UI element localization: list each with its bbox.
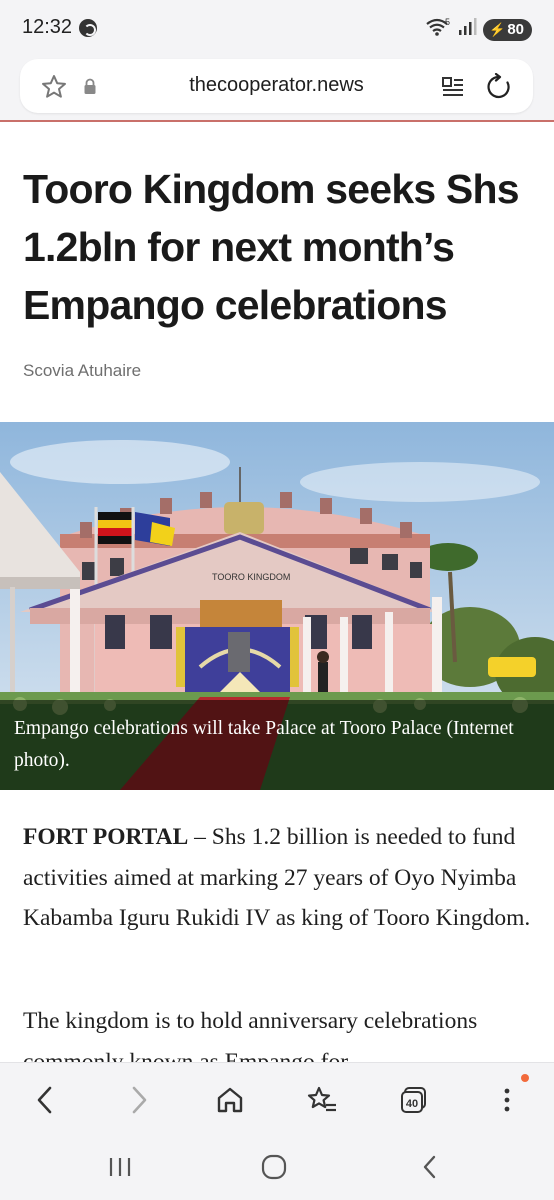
forward-button[interactable] bbox=[120, 1081, 158, 1119]
network-type: 5 bbox=[445, 17, 450, 27]
home-button[interactable] bbox=[211, 1081, 249, 1119]
shazam-icon bbox=[79, 19, 97, 37]
browser-toolbar: 40 bbox=[0, 1062, 554, 1134]
menu-icon bbox=[504, 1088, 510, 1112]
battery-level: 80 bbox=[507, 21, 524, 38]
recent-apps-button[interactable] bbox=[100, 1150, 140, 1184]
photo-caption: Empango celebrations will take Palace at… bbox=[0, 700, 554, 790]
article-headline: Tooro Kingdom seeks Shs 1.2bln for next … bbox=[23, 166, 520, 328]
back-icon bbox=[37, 1086, 52, 1114]
menu-button[interactable] bbox=[488, 1081, 526, 1119]
charging-bolt-icon: ⚡ bbox=[489, 21, 506, 37]
status-indicators: 5 ⚡ 80 bbox=[425, 17, 532, 42]
home-circle-icon bbox=[261, 1154, 287, 1180]
home-icon bbox=[217, 1087, 243, 1113]
system-back-icon bbox=[423, 1155, 436, 1179]
recent-apps-icon bbox=[109, 1158, 131, 1176]
system-navigation-bar bbox=[0, 1134, 554, 1200]
forward-icon bbox=[132, 1086, 147, 1114]
status-time: 12:32 bbox=[22, 16, 73, 38]
signal-icon bbox=[457, 17, 477, 42]
tabs-button[interactable]: 40 bbox=[395, 1081, 433, 1119]
bookmarks-button[interactable] bbox=[303, 1081, 341, 1119]
browser-url-area: thecooperator.news bbox=[0, 56, 554, 122]
article-photo: TOORO KINGDOM Empango celebrations will … bbox=[0, 422, 554, 790]
wifi-icon: 5 bbox=[425, 17, 451, 42]
article-paragraph-1: FORT PORTAL – Shs 1.2 billion is needed … bbox=[23, 817, 538, 939]
status-bar: 12:32 5 ⚡ 80 bbox=[0, 0, 554, 56]
system-back-button[interactable] bbox=[410, 1150, 450, 1184]
reader-mode-icon[interactable] bbox=[441, 75, 465, 104]
system-home-button[interactable] bbox=[254, 1150, 294, 1184]
bookmarks-icon bbox=[307, 1086, 336, 1112]
tab-count: 40 bbox=[406, 1098, 418, 1110]
palace-sign: TOORO KINGDOM bbox=[212, 572, 290, 582]
tabs-icon: 40 bbox=[401, 1087, 426, 1113]
dateline: FORT PORTAL bbox=[23, 824, 189, 850]
menu-notification-dot bbox=[521, 1074, 529, 1082]
battery-icon: ⚡ 80 bbox=[483, 18, 532, 41]
back-button[interactable] bbox=[26, 1081, 64, 1119]
address-bar[interactable]: thecooperator.news bbox=[20, 59, 533, 113]
article-author[interactable]: Scovia Atuhaire bbox=[23, 361, 141, 381]
reload-icon[interactable] bbox=[485, 72, 513, 106]
